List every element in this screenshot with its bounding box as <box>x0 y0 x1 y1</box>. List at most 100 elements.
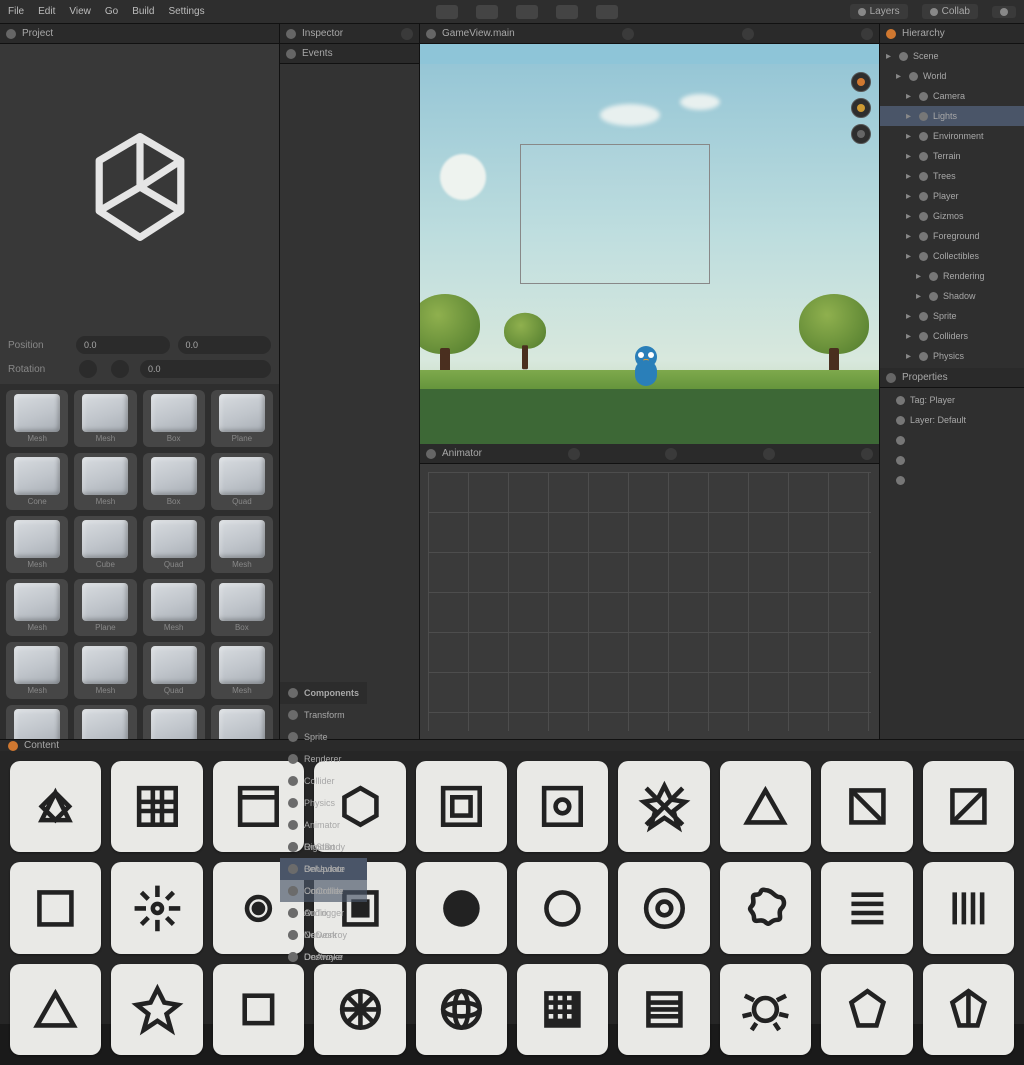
hierarchy-item[interactable]: ▸Gizmos <box>880 206 1024 226</box>
menu-go[interactable]: Go <box>105 6 118 17</box>
content-tile-poly2[interactable] <box>923 964 1014 1055</box>
scene-viewport[interactable] <box>420 44 879 444</box>
asset-tile[interactable]: Mesh <box>143 705 205 739</box>
hierarchy-tab[interactable]: Hierarchy <box>880 24 1024 44</box>
asset-tile[interactable]: Quad <box>143 642 205 699</box>
prop-toggle[interactable] <box>111 360 129 378</box>
asset-tile[interactable]: Mesh <box>6 579 68 636</box>
hierarchy-item[interactable]: ▸Player <box>880 186 1024 206</box>
content-tile-wheel[interactable] <box>314 964 405 1055</box>
content-tile-frame[interactable] <box>416 761 507 852</box>
asset-tile[interactable]: Mesh <box>6 642 68 699</box>
menu-view[interactable]: View <box>69 6 91 17</box>
hierarchy-item[interactable]: ▸World <box>880 66 1024 86</box>
prop-toggle[interactable] <box>79 360 97 378</box>
asset-tile[interactable]: Cone <box>6 453 68 510</box>
asset-tile[interactable]: Mesh <box>143 579 205 636</box>
hierarchy-item[interactable]: ▸Trees <box>880 166 1024 186</box>
toolbar-chip[interactable] <box>596 5 618 19</box>
selection-rectangle[interactable] <box>520 144 710 284</box>
asset-tile[interactable]: Mesh <box>74 642 136 699</box>
content-tile-flag[interactable] <box>821 761 912 852</box>
property-row[interactable] <box>880 450 1024 470</box>
content-tile-burst[interactable] <box>111 862 202 953</box>
property-row[interactable] <box>880 430 1024 450</box>
toolbar-chip[interactable] <box>436 5 458 19</box>
toolbar-chip[interactable] <box>476 5 498 19</box>
hierarchy-item[interactable]: ▸Shadow <box>880 286 1024 306</box>
animator-tab[interactable]: Animator <box>420 444 879 464</box>
asset-tile[interactable]: Mesh <box>74 453 136 510</box>
hierarchy-item[interactable]: ▸Terrain <box>880 146 1024 166</box>
hierarchy-item[interactable]: ▸Colliders <box>880 326 1024 346</box>
hierarchy-item[interactable]: ▸Physics <box>880 346 1024 366</box>
content-tile-poly[interactable] <box>821 964 912 1055</box>
content-tile-sphere[interactable] <box>416 964 507 1055</box>
collab-button[interactable]: Collab <box>922 4 978 19</box>
content-tile-flag2[interactable] <box>923 761 1014 852</box>
content-tile-square-o[interactable] <box>10 862 101 953</box>
asset-tile[interactable]: Box <box>143 453 205 510</box>
content-tile-splash[interactable] <box>720 862 811 953</box>
asset-tile[interactable]: Quad <box>143 516 205 573</box>
content-tile-triangle[interactable] <box>720 761 811 852</box>
asset-tile[interactable]: Mesh <box>6 516 68 573</box>
asset-tile[interactable]: Box <box>6 705 68 739</box>
play-button[interactable] <box>992 6 1016 18</box>
hierarchy-item[interactable]: ▸Environment <box>880 126 1024 146</box>
viewport-gizmo-button[interactable] <box>851 98 871 118</box>
content-tile-bars2[interactable] <box>923 862 1014 953</box>
content-tile-tri-o[interactable] <box>10 964 101 1055</box>
content-tile-target[interactable] <box>517 761 608 852</box>
hierarchy-item[interactable]: ▸Foreground <box>880 226 1024 246</box>
player-sprite[interactable] <box>630 346 662 386</box>
hierarchy-item[interactable]: ▸Lights <box>880 106 1024 126</box>
content-tile-grid[interactable] <box>111 761 202 852</box>
properties-tab[interactable]: Properties <box>880 368 1024 388</box>
asset-tile[interactable]: Box <box>211 579 273 636</box>
viewport-tab[interactable]: GameView.main <box>420 24 879 44</box>
menu-settings[interactable]: Settings <box>168 6 204 17</box>
asset-tile[interactable]: Quad <box>211 453 273 510</box>
menu-build[interactable]: Build <box>132 6 154 17</box>
menu-edit[interactable]: Edit <box>38 6 55 17</box>
content-tile-bars[interactable] <box>821 862 912 953</box>
prop-field[interactable]: 0.0 <box>76 336 170 354</box>
content-tile-bug[interactable] <box>720 964 811 1055</box>
content-tile-donut[interactable] <box>618 862 709 953</box>
hierarchy-root[interactable]: ▸Scene <box>880 46 1024 66</box>
asset-tile[interactable]: Plane <box>211 390 273 447</box>
project-tab[interactable]: Project <box>0 24 279 44</box>
inspector-tab[interactable]: Inspector <box>280 24 419 44</box>
hierarchy-item[interactable]: ▸Rendering <box>880 266 1024 286</box>
property-row[interactable]: Layer: Default <box>880 410 1024 430</box>
asset-tile[interactable]: Mesh <box>211 642 273 699</box>
asset-tile[interactable]: Mesh <box>6 390 68 447</box>
content-tile-disc[interactable] <box>416 862 507 953</box>
content-tile-star-cross[interactable] <box>618 761 709 852</box>
menu-file[interactable]: File <box>8 6 24 17</box>
toolbar-chip[interactable] <box>516 5 538 19</box>
asset-tile[interactable]: Mesh <box>74 705 136 739</box>
animator-graph[interactable] <box>420 464 879 739</box>
viewport-gizmo-button[interactable] <box>851 124 871 144</box>
asset-tile[interactable]: Mesh <box>74 390 136 447</box>
property-row[interactable] <box>880 470 1024 490</box>
prop-field[interactable]: 0.0 <box>140 360 271 378</box>
content-tile-ring[interactable] <box>517 862 608 953</box>
content-tile-lines[interactable] <box>618 964 709 1055</box>
content-tab[interactable]: Content <box>0 740 1024 751</box>
prop-field[interactable]: 0.0 <box>178 336 272 354</box>
property-row[interactable]: Tag: Player <box>880 390 1024 410</box>
layers-button[interactable]: Layers <box>850 4 908 19</box>
asset-tile[interactable]: Mesh <box>211 516 273 573</box>
asset-tile[interactable]: Plane <box>211 705 273 739</box>
asset-tile[interactable]: Cube <box>74 516 136 573</box>
hierarchy-item[interactable]: ▸Camera <box>880 86 1024 106</box>
component-item[interactable]: Transform <box>280 704 367 726</box>
toolbar-chip[interactable] <box>556 5 578 19</box>
content-tile-square[interactable] <box>213 964 304 1055</box>
events-tab[interactable]: Events <box>280 44 419 64</box>
viewport-gizmo-button[interactable] <box>851 72 871 92</box>
content-tile-shape[interactable] <box>10 761 101 852</box>
